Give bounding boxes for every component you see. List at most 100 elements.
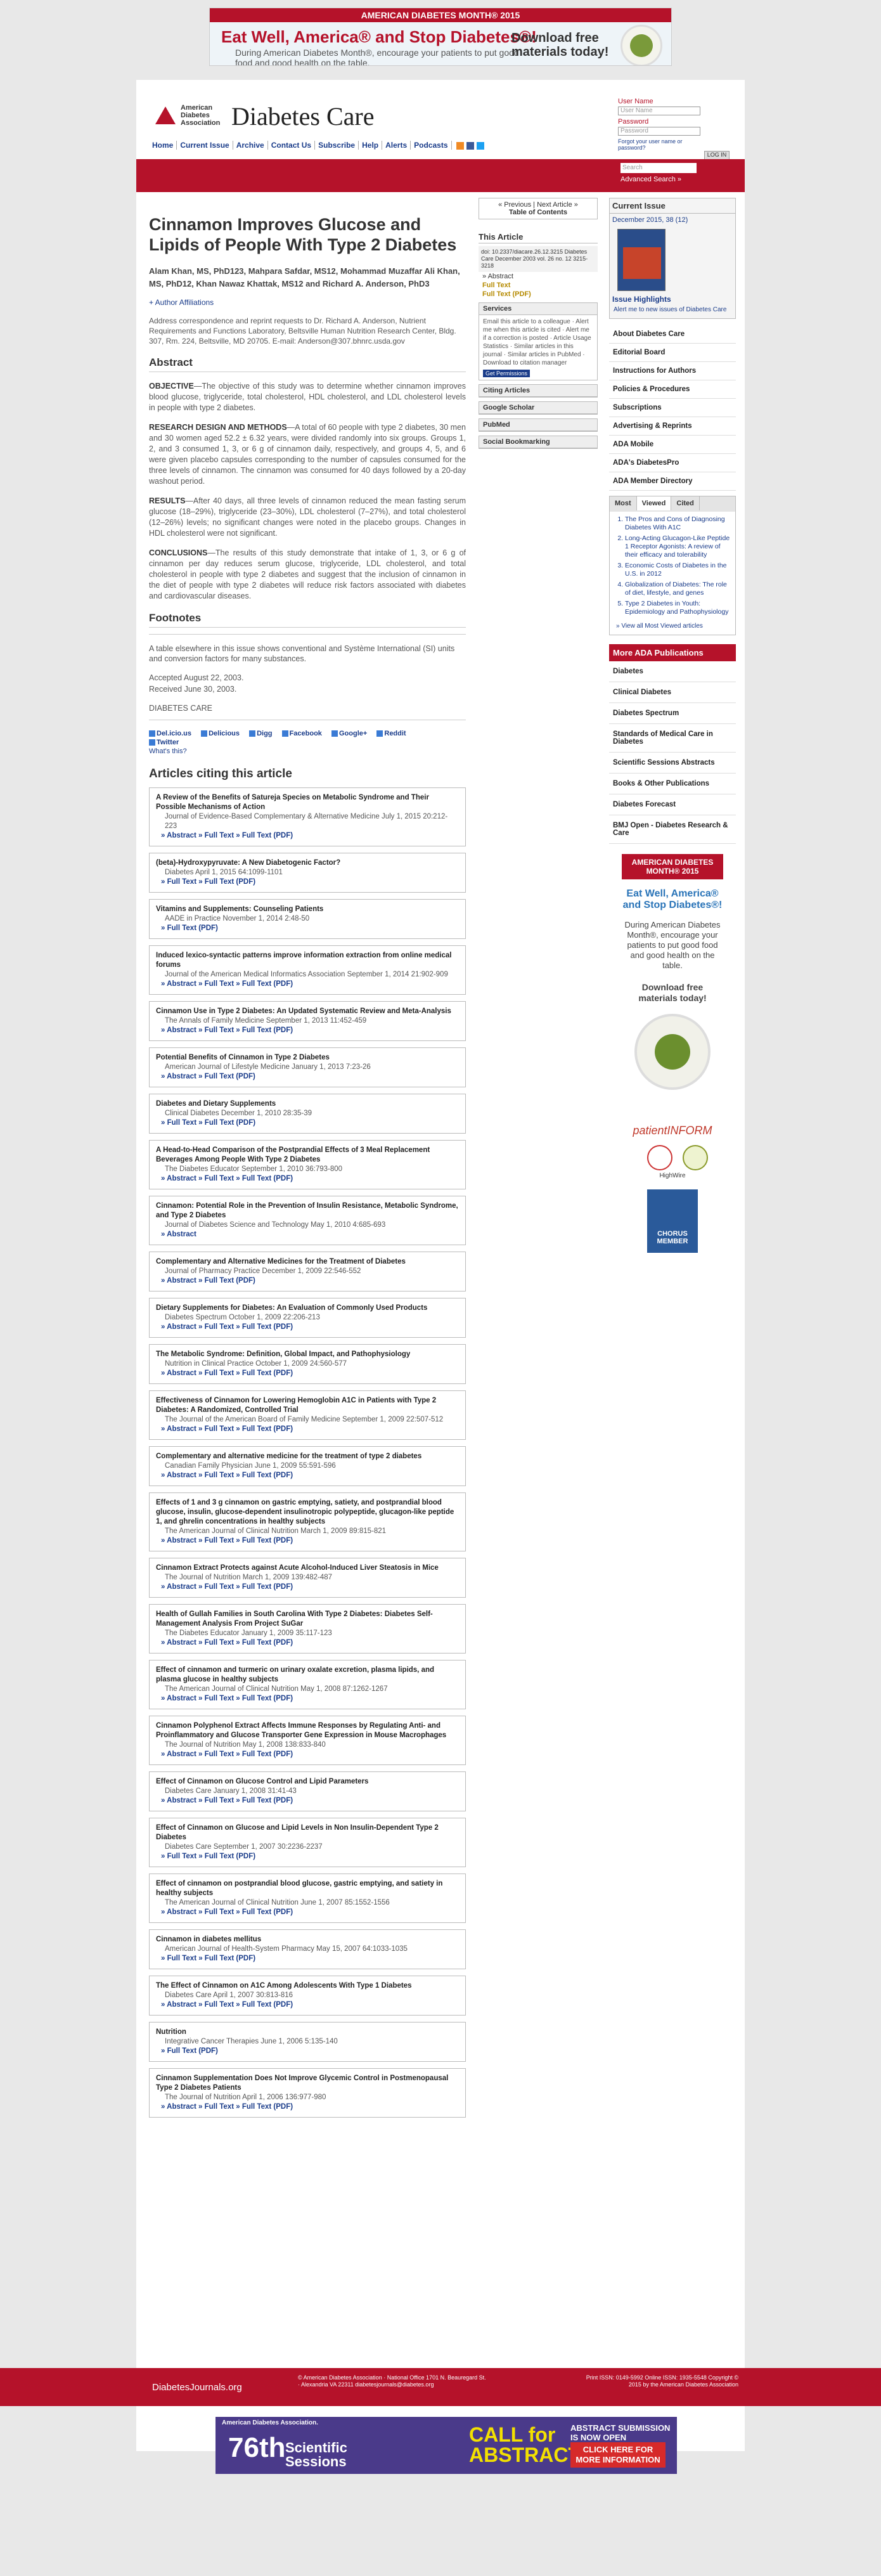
alert-new-issues-link[interactable]: Alert me to new issues of Diabetes Care <box>610 305 735 318</box>
ad-cta[interactable]: Download free materials today! <box>511 31 613 59</box>
current-issue-date[interactable]: December 2015, 38 (12) <box>610 214 735 226</box>
citing-title[interactable]: Health of Gullah Families in South Carol… <box>156 1610 459 1629</box>
citing-title[interactable]: Potential Benefits of Cinnamon in Type 2… <box>156 1053 459 1063</box>
citing-links[interactable]: » Abstract » Full Text » Full Text (PDF) <box>156 1536 459 1546</box>
citing-links[interactable]: » Abstract » Full Text » Full Text (PDF) <box>156 831 459 841</box>
nav-podcasts[interactable]: Podcasts <box>411 141 452 150</box>
citing-title[interactable]: The Effect of Cinnamon on A1C Among Adol… <box>156 1981 459 1991</box>
prev-next-nav[interactable]: « Previous | Next Article » Table of Cont… <box>479 198 598 219</box>
share-facebook[interactable]: Facebook <box>281 730 322 737</box>
patientinform-logo[interactable]: patientINFORM <box>609 1124 736 1137</box>
tab-viewed[interactable]: Viewed <box>636 496 672 510</box>
share-reddit[interactable]: Reddit <box>376 730 406 737</box>
citing-articles-box[interactable]: Citing Articles <box>479 384 598 398</box>
citing-title[interactable]: Cinnamon Supplementation Does Not Improv… <box>156 2074 459 2093</box>
citing-links[interactable]: » Abstract » Full Text » Full Text (PDF) <box>156 1908 459 1917</box>
share-twitter[interactable]: Twitter <box>149 739 179 746</box>
forgot-link[interactable]: Forgot your user name or password? <box>618 138 700 151</box>
ada-publication-link[interactable]: Diabetes Spectrum <box>609 703 736 724</box>
nav-current-issue[interactable]: Current Issue <box>177 141 233 150</box>
citing-title[interactable]: Effect of cinnamon and turmeric on urina… <box>156 1666 459 1685</box>
citing-links[interactable]: » Abstract » Full Text » Full Text (PDF) <box>156 1796 459 1806</box>
rss-icon[interactable] <box>456 141 464 150</box>
journal-link[interactable]: ADA's DiabetesPro <box>609 454 736 472</box>
bottom-banner-ad[interactable]: American Diabetes Association. 76th Scie… <box>215 2417 677 2474</box>
pdf-link[interactable]: Full Text (PDF) <box>479 290 598 299</box>
whats-this-link[interactable]: What's this? <box>149 748 187 755</box>
citing-links[interactable]: » Abstract » Full Text » Full Text (PDF) <box>156 1425 459 1434</box>
ada-publication-link[interactable]: Scientific Sessions Abstracts <box>609 753 736 773</box>
citing-links[interactable]: » Abstract » Full Text » Full Text (PDF) <box>156 1174 459 1184</box>
bottom-ad-button[interactable]: CLICK HERE FOR MORE INFORMATION <box>570 2442 666 2468</box>
citing-title[interactable]: Effectiveness of Cinnamon for Lowering H… <box>156 1396 459 1415</box>
citing-links[interactable]: » Abstract » Full Text (PDF) <box>156 1276 459 1286</box>
journal-link[interactable]: Policies & Procedures <box>609 380 736 399</box>
citing-title[interactable]: Nutrition <box>156 2028 459 2037</box>
citing-title[interactable]: Complementary and Alternative Medicines … <box>156 1257 459 1267</box>
abstract-link[interactable]: » Abstract <box>479 272 598 281</box>
citing-title[interactable]: Vitamins and Supplements: Counseling Pat… <box>156 905 459 914</box>
journal-link[interactable]: Advertising & Reprints <box>609 417 736 436</box>
fsr-icon[interactable] <box>683 1145 708 1170</box>
citing-links[interactable]: » Full Text » Full Text (PDF) <box>156 877 459 887</box>
share-google[interactable]: Google+ <box>331 730 367 737</box>
citing-links[interactable]: » Abstract » Full Text » Full Text (PDF) <box>156 2000 459 2010</box>
journal-link[interactable]: ADA Mobile <box>609 436 736 454</box>
citing-title[interactable]: Cinnamon Polyphenol Extract Affects Immu… <box>156 1721 459 1740</box>
full-text-link[interactable]: Full Text <box>479 281 598 290</box>
ada-publication-link[interactable]: BMJ Open - Diabetes Research & Care <box>609 815 736 844</box>
citing-links[interactable]: » Abstract » Full Text » Full Text (PDF) <box>156 1369 459 1378</box>
citing-links[interactable]: » Full Text » Full Text (PDF) <box>156 1954 459 1964</box>
citing-links[interactable]: » Abstract » Full Text » Full Text (PDF) <box>156 1694 459 1704</box>
citing-links[interactable]: » Full Text (PDF) <box>156 924 459 933</box>
citing-links[interactable]: » Abstract <box>156 1230 459 1239</box>
ada-publication-link[interactable]: Books & Other Publications <box>609 773 736 794</box>
nav-contact[interactable]: Contact Us <box>267 141 316 150</box>
footer-brand[interactable]: DiabetesJournals.org <box>152 2382 242 2393</box>
toc-link[interactable]: Table of Contents <box>509 209 567 216</box>
nav-alerts[interactable]: Alerts <box>382 141 411 150</box>
citing-title[interactable]: Effect of cinnamon on postprandial blood… <box>156 1879 459 1898</box>
citing-links[interactable]: » Abstract » Full Text » Full Text (PDF) <box>156 2102 459 2112</box>
advanced-search-link[interactable]: Advanced Search » <box>621 176 681 183</box>
citing-title[interactable]: The Metabolic Syndrome: Definition, Glob… <box>156 1350 459 1359</box>
most-viewed-item[interactable]: The Pros and Cons of Diagnosing Diabetes… <box>625 515 730 532</box>
nav-home[interactable]: Home <box>149 141 177 150</box>
password-input[interactable]: Password <box>618 127 700 136</box>
citing-links[interactable]: » Full Text » Full Text (PDF) <box>156 1852 459 1861</box>
nav-help[interactable]: Help <box>359 141 383 150</box>
journal-link[interactable]: Subscriptions <box>609 399 736 417</box>
highwire-icon[interactable] <box>647 1145 672 1170</box>
author-list[interactable]: Alam Khan, MS, PhD123, Mahpara Safdar, M… <box>149 265 466 290</box>
google-scholar-box[interactable]: Google Scholar <box>479 401 598 415</box>
citing-title[interactable]: Induced lexico-syntactic patterns improv… <box>156 951 459 970</box>
journal-logo[interactable]: American Diabetes Association Diabetes C… <box>155 99 396 131</box>
ada-publication-link[interactable]: Clinical Diabetes <box>609 682 736 703</box>
sidebar-ad[interactable]: AMERICAN DIABETES MONTH® 2015 Eat Well, … <box>622 854 723 1108</box>
citing-links[interactable]: » Abstract » Full Text » Full Text (PDF) <box>156 1471 459 1480</box>
journal-link[interactable]: About Diabetes Care <box>609 325 736 344</box>
citing-title[interactable]: Effect of Cinnamon on Glucose and Lipid … <box>156 1823 459 1842</box>
citing-links[interactable]: » Full Text » Full Text (PDF) <box>156 1118 459 1128</box>
search-input[interactable]: Search <box>621 163 697 173</box>
citing-links[interactable]: » Abstract » Full Text » Full Text (PDF) <box>156 1638 459 1648</box>
nav-subscribe[interactable]: Subscribe <box>315 141 359 150</box>
twitter-icon[interactable] <box>476 141 484 150</box>
citing-title[interactable]: Effects of 1 and 3 g cinnamon on gastric… <box>156 1498 459 1527</box>
citing-links[interactable]: » Abstract » Full Text » Full Text (PDF) <box>156 1750 459 1759</box>
citing-title[interactable]: Dietary Supplements for Diabetes: An Eva… <box>156 1304 459 1313</box>
citing-links[interactable]: » Abstract » Full Text » Full Text (PDF) <box>156 1323 459 1332</box>
most-viewed-item[interactable]: Long-Acting Glucagon-Like Peptide 1 Rece… <box>625 534 730 559</box>
most-viewed-item[interactable]: Type 2 Diabetes in Youth: Epidemiology a… <box>625 600 730 616</box>
share-delicious-2[interactable]: Delicious <box>201 730 240 737</box>
journal-link[interactable]: ADA Member Directory <box>609 472 736 491</box>
most-viewed-item[interactable]: Economic Costs of Diabetes in the U.S. i… <box>625 562 730 578</box>
issue-highlights-link[interactable]: Issue Highlights <box>610 291 735 305</box>
ada-publication-link[interactable]: Diabetes <box>609 661 736 682</box>
citing-title[interactable]: Complementary and alternative medicine f… <box>156 1452 459 1461</box>
share-delicious[interactable]: Del.icio.us <box>149 730 191 737</box>
username-input[interactable]: User Name <box>618 107 700 115</box>
pubmed-box[interactable]: PubMed <box>479 418 598 432</box>
facebook-icon[interactable] <box>466 141 474 150</box>
ada-publication-link[interactable]: Standards of Medical Care in Diabetes <box>609 724 736 753</box>
